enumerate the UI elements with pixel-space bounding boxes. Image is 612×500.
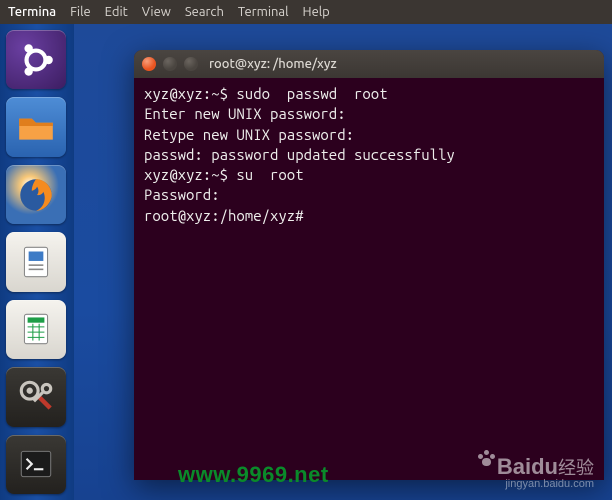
- launcher-dash[interactable]: [6, 30, 66, 89]
- menu-view[interactable]: View: [142, 5, 171, 19]
- terminal-line: xyz@xyz:~$ sudo passwd root: [144, 85, 388, 102]
- terminal-line: Retype new UNIX password:: [144, 126, 354, 143]
- launcher-calc[interactable]: [6, 300, 66, 359]
- paw-icon: [477, 450, 495, 468]
- desktop: root@xyz: /home/xyz xyz@xyz:~$ sudo pass…: [0, 24, 612, 500]
- folder-icon: [15, 106, 57, 148]
- window-minimize-button[interactable]: [163, 57, 177, 71]
- window-close-button[interactable]: [142, 57, 156, 71]
- terminal-line: xyz@xyz:~$ su root: [144, 166, 304, 183]
- watermark-url: www.9969.net: [178, 462, 329, 488]
- terminal-title: root@xyz: /home/xyz: [209, 57, 337, 71]
- terminal-titlebar[interactable]: root@xyz: /home/xyz: [134, 50, 604, 78]
- launcher-writer[interactable]: [6, 232, 66, 291]
- launcher-terminal[interactable]: [6, 435, 66, 494]
- menu-terminal[interactable]: Terminal: [238, 5, 289, 19]
- global-menubar: Termina File Edit View Search Terminal H…: [0, 0, 612, 24]
- menu-help[interactable]: Help: [303, 5, 330, 19]
- menu-search[interactable]: Search: [185, 5, 224, 19]
- spreadsheet-icon: [15, 308, 57, 350]
- launcher-files[interactable]: [6, 97, 66, 156]
- launcher-settings[interactable]: [6, 367, 66, 426]
- terminal-output[interactable]: xyz@xyz:~$ sudo passwd root Enter new UN…: [134, 78, 604, 480]
- app-name: Termina: [8, 5, 56, 19]
- terminal-line: root@xyz:/home/xyz#: [144, 207, 304, 224]
- menu-file[interactable]: File: [70, 5, 91, 19]
- watermark-baidu-cn: 经验: [558, 458, 594, 478]
- launcher-firefox[interactable]: [6, 165, 66, 224]
- terminal-line: Password:: [144, 186, 220, 203]
- menu-edit[interactable]: Edit: [105, 5, 128, 19]
- terminal-window[interactable]: root@xyz: /home/xyz xyz@xyz:~$ sudo pass…: [134, 50, 604, 480]
- watermark-baidu: Baidu经验 jingyan.baidu.com: [477, 456, 594, 490]
- terminal-line: passwd: password updated successfully: [144, 146, 455, 163]
- terminal-line: Enter new UNIX password:: [144, 105, 346, 122]
- window-maximize-button[interactable]: [184, 57, 198, 71]
- gear-wrench-icon: [15, 376, 57, 418]
- ubuntu-icon: [15, 39, 57, 81]
- terminal-icon: [15, 443, 57, 485]
- watermark-baidu-main: Baidu: [497, 454, 558, 479]
- document-icon: [15, 241, 57, 283]
- watermark-baidu-sub: jingyan.baidu.com: [477, 478, 594, 490]
- unity-launcher: [0, 24, 74, 500]
- firefox-icon: [15, 174, 57, 216]
